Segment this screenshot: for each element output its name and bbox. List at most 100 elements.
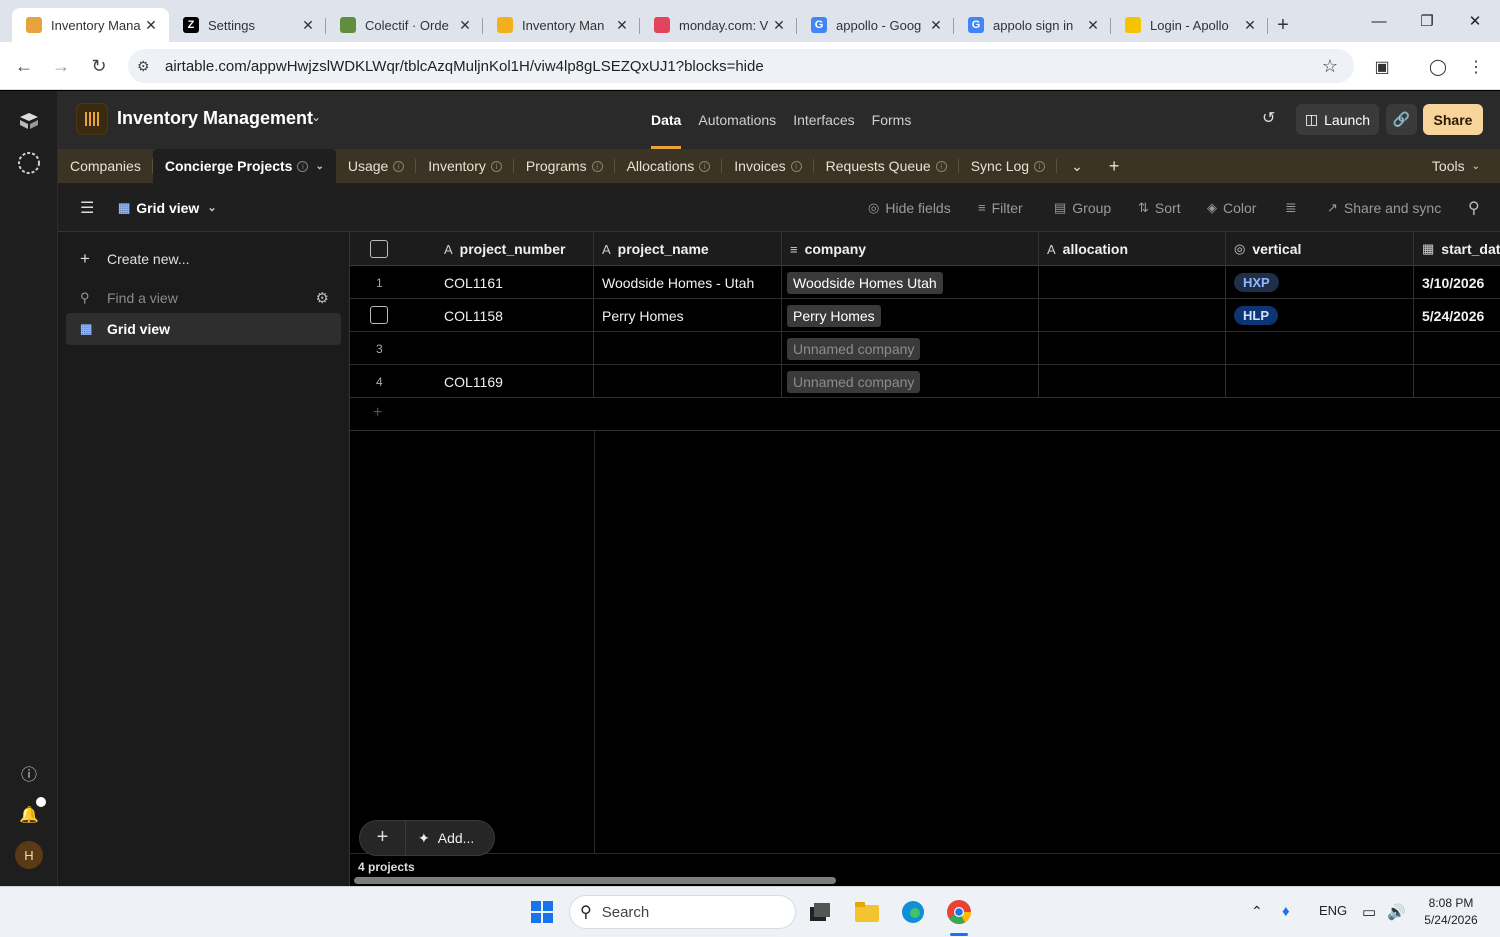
close-tab-icon[interactable]: ✕ <box>771 17 787 34</box>
share-and-sync-button[interactable]: ↗ Share and sync <box>1327 183 1441 232</box>
column-header-company[interactable]: ≡ company <box>782 232 1039 266</box>
cell-project-number[interactable] <box>436 332 594 365</box>
hide-fields-button[interactable]: ◎ Hide fields <box>868 183 951 232</box>
add-record-row[interactable]: + <box>350 398 1500 431</box>
cell-company[interactable]: Unnamed company <box>782 332 1039 365</box>
airtable-logo-icon[interactable] <box>17 109 41 133</box>
linked-company-chip[interactable]: Perry Homes <box>787 304 881 327</box>
table-tab-usage[interactable]: Usage i <box>336 149 417 183</box>
info-icon[interactable]: i <box>790 160 802 172</box>
info-icon[interactable]: i <box>591 160 603 172</box>
cell-project-name[interactable]: Woodside Homes - Utah <box>594 266 782 299</box>
browser-tab[interactable]: Gappolo sign in ✕ <box>954 8 1111 42</box>
cell-company[interactable]: Unnamed company <box>782 365 1039 398</box>
tables-dropdown-icon[interactable]: ⌄ <box>1057 149 1097 183</box>
edge-browser-icon[interactable] <box>898 897 928 927</box>
side-panel-icon[interactable]: ▣ <box>1370 55 1394 79</box>
system-clock[interactable]: 8:08 PM 5/24/2026 <box>1416 895 1486 929</box>
view-switcher[interactable]: ▦ Grid view ⌄ <box>118 183 217 232</box>
browser-tab[interactable]: Inventory Mana ✕ <box>12 8 169 42</box>
column-header-project-name[interactable]: Aproject_name <box>594 232 782 266</box>
cell-vertical[interactable]: HXP <box>1226 266 1414 299</box>
close-tab-icon[interactable]: ✕ <box>1085 17 1101 34</box>
table-row[interactable]: 1 COL1161 Woodside Homes - Utah Woodside Ho… <box>350 266 1500 299</box>
cell-project-number[interactable]: COL1161 <box>436 266 594 299</box>
table-tab-sync-log[interactable]: Sync Log i <box>959 149 1058 183</box>
browser-tab[interactable]: Inventory Man ✕ <box>483 8 640 42</box>
add-with-ai-button[interactable]: ✦ Add... <box>406 830 474 847</box>
linked-company-chip[interactable]: Woodside Homes Utah <box>787 271 943 294</box>
cell-allocation[interactable] <box>1039 299 1226 332</box>
windows-start-icon[interactable] <box>527 897 557 927</box>
find-view-input[interactable]: ⚲ Find a view ⚙ <box>66 282 341 314</box>
row-height-icon[interactable]: ≣ <box>1285 183 1297 232</box>
close-tab-icon[interactable]: ✕ <box>300 17 316 34</box>
table-row[interactable]: 4 COL1169 Unnamed company <box>350 365 1500 398</box>
cell-project-name[interactable] <box>594 365 782 398</box>
cell-company[interactable]: Perry Homes <box>782 299 1039 332</box>
reload-icon[interactable]: ↻ <box>86 54 112 78</box>
gear-icon[interactable]: ⚙ <box>316 289 329 307</box>
base-name[interactable]: Inventory Management <box>117 108 313 129</box>
network-icon[interactable]: ▭ <box>1362 903 1376 921</box>
cell-start-date[interactable]: 5/24/2026 <box>1414 299 1500 332</box>
nav-automations[interactable]: Automations <box>698 91 776 149</box>
help-icon[interactable]: ⓘ <box>17 761 41 785</box>
add-record-button[interactable]: + <box>360 820 406 856</box>
volume-icon[interactable]: 🔊 <box>1387 903 1406 921</box>
link-icon[interactable]: 🔗 <box>1386 104 1417 135</box>
nav-interfaces[interactable]: Interfaces <box>793 91 854 149</box>
cell-vertical[interactable] <box>1226 365 1414 398</box>
new-tab-button[interactable]: + <box>1268 8 1298 42</box>
cell-allocation[interactable] <box>1039 365 1226 398</box>
minimize-icon[interactable]: — <box>1355 0 1403 42</box>
cell-start-date[interactable]: 3/10/2026 <box>1414 266 1500 299</box>
task-view-icon[interactable] <box>805 897 835 927</box>
sidebar-toggle-icon[interactable]: ☰ <box>80 183 94 232</box>
address-bar[interactable]: ⚙ airtable.com/appwHwjzslWDKLWqr/tblcAzq… <box>128 49 1354 83</box>
site-settings-icon[interactable]: ⚙ <box>137 58 150 75</box>
cell-project-name[interactable] <box>594 332 782 365</box>
filter-button[interactable]: ≡ Filter <box>978 183 1023 232</box>
avatar[interactable]: H <box>15 841 43 869</box>
profile-icon[interactable]: ◯ <box>1426 55 1450 79</box>
close-tab-icon[interactable]: ✕ <box>457 17 473 34</box>
create-new-view-button[interactable]: + Create new... <box>66 243 341 275</box>
horizontal-scrollbar[interactable] <box>354 877 836 884</box>
table-tab-invoices[interactable]: Invoices i <box>722 149 814 183</box>
history-icon[interactable]: ↺ <box>1262 108 1275 128</box>
linked-company-chip[interactable]: Unnamed company <box>787 337 921 360</box>
browser-tab[interactable]: Z Settings ✕ <box>169 8 326 42</box>
info-icon[interactable]: i <box>490 160 502 172</box>
notifications-bell-icon[interactable]: 🔔 <box>17 803 41 827</box>
row-checkbox[interactable] <box>370 306 388 324</box>
cell-start-date[interactable] <box>1414 332 1500 365</box>
cell-allocation[interactable] <box>1039 266 1226 299</box>
table-tab-allocations[interactable]: Allocations i <box>615 149 723 183</box>
nav-data[interactable]: Data <box>651 91 682 149</box>
browser-menu-icon[interactable]: ⋮ <box>1464 55 1488 79</box>
close-tab-icon[interactable]: ✕ <box>928 17 944 34</box>
sort-button[interactable]: ⇅ Sort <box>1138 183 1181 232</box>
search-icon[interactable]: ⚲ <box>1468 183 1480 232</box>
browser-tab[interactable]: monday.com: V ✕ <box>640 8 797 42</box>
file-explorer-icon[interactable] <box>852 897 882 927</box>
share-button[interactable]: Share <box>1423 104 1483 135</box>
sidebar-item-grid-view[interactable]: ▦ Grid view <box>66 313 341 345</box>
cell-project-name[interactable]: Perry Homes <box>594 299 782 332</box>
browser-tab[interactable]: Login - Apollo ✕ <box>1111 8 1268 42</box>
column-header-allocation[interactable]: Aallocation <box>1039 232 1226 266</box>
column-header-project-number[interactable]: Aproject_number <box>436 232 594 266</box>
table-tab-inventory[interactable]: Inventory i <box>416 149 514 183</box>
info-icon[interactable]: i <box>297 160 309 172</box>
cell-vertical[interactable]: HLP <box>1226 299 1414 332</box>
forward-icon[interactable]: → <box>48 54 74 78</box>
table-tab-programs[interactable]: Programs i <box>514 149 615 183</box>
taskbar-search[interactable]: ⚲ Search <box>569 895 796 929</box>
chevron-down-icon[interactable]: ⌄ <box>311 110 321 124</box>
info-icon[interactable]: i <box>1034 160 1046 172</box>
chevron-down-icon[interactable]: ⌄ <box>315 161 323 172</box>
table-row[interactable]: COL1158 Perry Homes Perry Homes HLP 5/24/202… <box>350 299 1500 332</box>
table-row[interactable]: 3 Unnamed company <box>350 332 1500 365</box>
language-indicator[interactable]: ENG <box>1319 903 1347 918</box>
